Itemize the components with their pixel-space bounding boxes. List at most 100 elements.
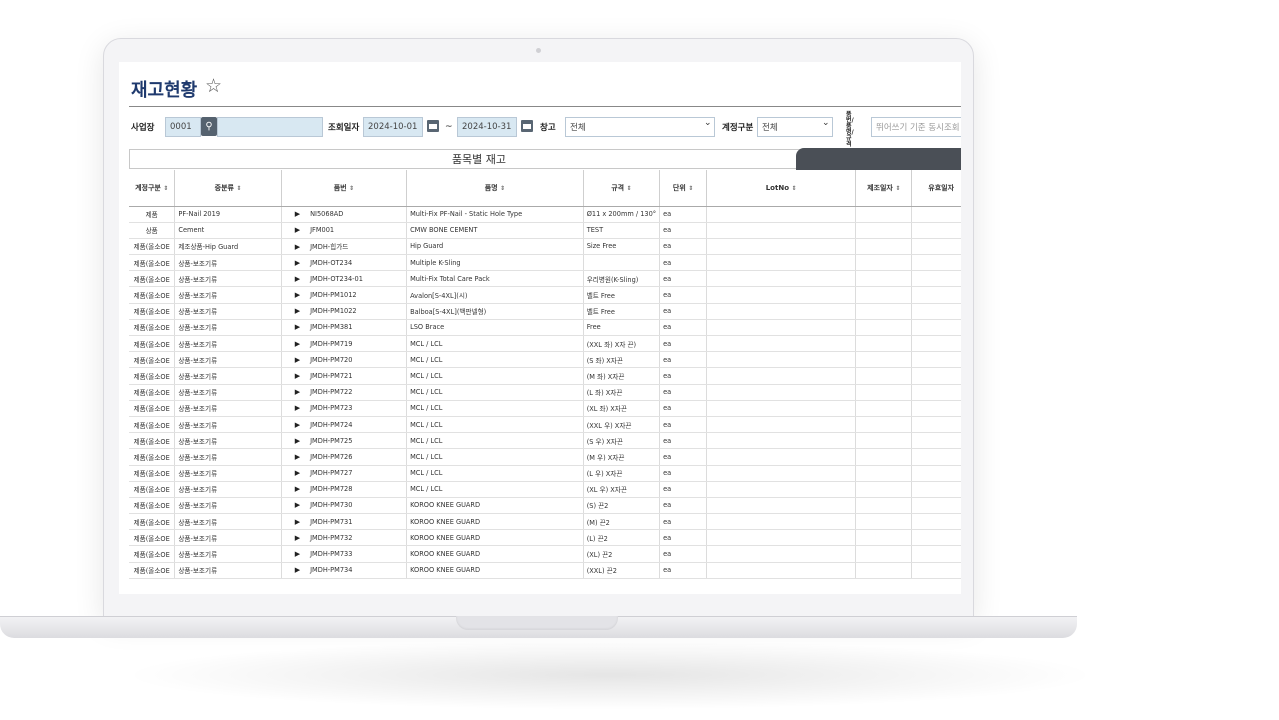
date-separator: ~ (445, 122, 453, 132)
item-search-input[interactable]: 뛰어쓰기 기준 동시조회 (871, 117, 961, 137)
table-row[interactable]: 상품 Cement ▶ JFM001 CMW BONE CEMENT TEST ea (129, 222, 961, 239)
table-row[interactable]: 제품(올소OE 상품-보조기류 ▶ JMDH-PM733 KOROO KNEE GUAR… (129, 545, 961, 563)
table-row[interactable]: 제품(올소OE 상품-보조기류 ▶ JMDH-PM381 LSO Brace Free ea (129, 319, 961, 337)
cell-lotno (706, 303, 857, 320)
col-unit[interactable]: 단위 ⇕ (659, 170, 708, 207)
cell-account: 제품(올소OE (129, 384, 176, 401)
expand-arrow-icon[interactable]: ▶ (285, 453, 300, 461)
star-outline-icon[interactable]: ☆ (205, 75, 222, 97)
table-row[interactable]: 제품(올소OE 상품-보조기류 ▶ JMDH-OT234-01 Multi-Fix To… (129, 270, 961, 288)
expand-arrow-icon[interactable]: ▶ (285, 356, 300, 364)
cell-unit: ea (659, 206, 708, 223)
expand-arrow-icon[interactable]: ▶ (285, 501, 300, 509)
item-code-text: JMDH-PM731 (310, 517, 353, 526)
site-name-input[interactable] (217, 117, 323, 137)
table-row[interactable]: 제품(올소OE 제조상품-Hip Guard ▶ JMDH-힙가드 Hip Guard S… (129, 238, 961, 256)
expand-arrow-icon[interactable]: ▶ (285, 291, 300, 299)
cell-spec: (XXL 좌) X자 끈) (583, 335, 661, 353)
table-row[interactable]: 제품(올소OE 상품-보조기류 ▶ JMDH-PM719 MCL / LCL (XXL 좌… (129, 335, 961, 353)
expand-arrow-icon[interactable]: ▶ (285, 307, 300, 315)
cell-mfg-date (855, 222, 913, 239)
cell-spec (583, 254, 661, 272)
table-row[interactable]: 제품(올소OE 상품-보조기류 ▶ JMDH-PM1022 Balboa[S-4XL](… (129, 303, 961, 320)
expand-arrow-icon[interactable]: ▶ (285, 372, 300, 380)
cell-lotno (706, 400, 857, 417)
expand-arrow-icon[interactable]: ▶ (285, 210, 300, 218)
search-icon[interactable]: ⚲ (201, 117, 217, 136)
expand-arrow-icon[interactable]: ▶ (285, 259, 300, 267)
table-row[interactable]: 제품(올소OE 상품-보조기류 ▶ JMDH-PM721 MCL / LCL (M 좌) … (129, 367, 961, 385)
cell-category: 상품-보조기류 (174, 432, 282, 450)
expand-arrow-icon[interactable]: ▶ (285, 534, 300, 542)
col-expiry-date[interactable]: 유효일자 (911, 170, 961, 207)
cell-mfg-date (855, 497, 913, 515)
expand-arrow-icon[interactable]: ▶ (285, 421, 300, 429)
col-lotno[interactable]: LotNo ⇕ (706, 170, 857, 207)
calendar-icon[interactable] (521, 120, 533, 132)
col-item-name[interactable]: 품명 ⇕ (406, 170, 584, 207)
table-row[interactable]: 제품 PF-Nail 2019 ▶ NI5068AD Multi-Fix PF-Nail… (129, 206, 961, 223)
table-row[interactable]: 제품(올소OE 상품-보조기류 ▶ JMDH-PM727 MCL / LCL (L 우) … (129, 465, 961, 482)
cell-lotno (706, 351, 857, 369)
cell-expiry-date (911, 513, 961, 531)
cell-spec: (XXL 우) X자끈 (583, 416, 661, 434)
cell-item-code: ▶ JMDH-PM721 (281, 367, 408, 385)
expand-arrow-icon[interactable]: ▶ (285, 518, 300, 526)
warehouse-select[interactable]: 전체 (565, 117, 715, 137)
expand-arrow-icon[interactable]: ▶ (285, 404, 300, 412)
cell-category: 상품-보조기류 (174, 562, 282, 579)
table-row[interactable]: 제품(올소OE 상품-보조기류 ▶ JMDH-PM724 MCL / LCL (XXL 우… (129, 416, 961, 434)
cell-item-code: ▶ JMDH-PM1012 (281, 286, 408, 304)
col-mfg-date[interactable]: 제조일자 ⇕ (855, 170, 913, 207)
col-spec[interactable]: 규격 ⇕ (583, 170, 661, 207)
cell-item-code: ▶ JMDH-OT234-01 (281, 270, 408, 288)
cell-item-code: ▶ JMDH-힙가드 (281, 238, 408, 256)
table-row[interactable]: 제품(올소OE 상품-보조기류 ▶ JMDH-PM732 KOROO KNEE GUAR… (129, 529, 961, 547)
cell-item-name: KOROO KNEE GUARD (406, 562, 584, 579)
date-from-input[interactable]: 2024-10-01 (363, 117, 423, 137)
table-row[interactable]: 제품(올소OE 상품-보조기류 ▶ JMDH-PM720 MCL / LCL (S 좌) … (129, 351, 961, 369)
expand-arrow-icon[interactable]: ▶ (285, 323, 300, 331)
cell-lotno (706, 222, 857, 239)
table-row[interactable]: 제품(올소OE 상품-보조기류 ▶ JMDH-OT234 Multiple K-Slin… (129, 254, 961, 272)
panel-tab[interactable] (796, 148, 961, 170)
expand-arrow-icon[interactable]: ▶ (285, 226, 300, 234)
col-item-code[interactable]: 품번 ⇕ (281, 170, 408, 207)
cell-category: 상품-보조기류 (174, 529, 282, 547)
table-row[interactable]: 제품(올소OE 상품-보조기류 ▶ JMDH-PM730 KOROO KNEE GUAR… (129, 497, 961, 515)
cell-item-name: MCL / LCL (406, 351, 584, 369)
cell-category: 상품-보조기류 (174, 545, 282, 563)
expand-arrow-icon[interactable]: ▶ (285, 388, 300, 396)
scroll-fade (119, 582, 961, 594)
table-row[interactable]: 제품(올소OE 상품-보조기류 ▶ JMDH-PM722 MCL / LCL (L 좌) … (129, 384, 961, 401)
date-to-input[interactable]: 2024-10-31 (457, 117, 517, 137)
cell-account: 제품(올소OE (129, 238, 176, 256)
expand-arrow-icon[interactable]: ▶ (285, 550, 300, 558)
cell-item-code: ▶ JMDH-PM732 (281, 529, 408, 547)
calendar-icon[interactable] (427, 120, 439, 132)
table-row[interactable]: 제품(올소OE 상품-보조기류 ▶ JMDH-PM731 KOROO KNEE GUAR… (129, 513, 961, 531)
table-row[interactable]: 제품(올소OE 상품-보조기류 ▶ JMDH-PM734 KOROO KNEE GUAR… (129, 562, 961, 579)
cell-spec: Ø11 x 200mm / 130° (583, 206, 661, 223)
cell-category: 상품-보조기류 (174, 465, 282, 482)
site-code-input[interactable]: 0001 (165, 117, 201, 137)
col-category[interactable]: 중분류 ⇕ (174, 170, 282, 207)
table-row[interactable]: 제품(올소OE 상품-보조기류 ▶ JMDH-PM725 MCL / LCL (S 우) … (129, 432, 961, 450)
cell-unit: ea (659, 254, 708, 272)
expand-arrow-icon[interactable]: ▶ (285, 340, 300, 348)
expand-arrow-icon[interactable]: ▶ (285, 485, 300, 493)
table-row[interactable]: 제품(올소OE 상품-보조기류 ▶ JMDH-PM723 MCL / LCL (XL 좌)… (129, 400, 961, 417)
sort-icon: ⇕ (895, 184, 901, 192)
table-row[interactable]: 제품(올소OE 상품-보조기류 ▶ JMDH-PM726 MCL / LCL (M 우) … (129, 448, 961, 466)
expand-arrow-icon[interactable]: ▶ (285, 275, 300, 283)
expand-arrow-icon[interactable]: ▶ (285, 566, 300, 574)
expand-arrow-icon[interactable]: ▶ (285, 243, 300, 251)
expand-arrow-icon[interactable]: ▶ (285, 437, 300, 445)
table-row[interactable]: 제품(올소OE 상품-보조기류 ▶ JMDH-PM1012 Avalon[S-4XL](… (129, 286, 961, 304)
table-row[interactable]: 제품(올소OE 상품-보조기류 ▶ JMDH-PM728 MCL / LCL (XL 우)… (129, 481, 961, 498)
cell-category: 상품-보조기류 (174, 335, 282, 353)
expand-arrow-icon[interactable]: ▶ (285, 469, 300, 477)
cell-mfg-date (855, 238, 913, 256)
cell-expiry-date (911, 351, 961, 369)
col-account[interactable]: 계정구분 ⇕ (129, 170, 176, 207)
